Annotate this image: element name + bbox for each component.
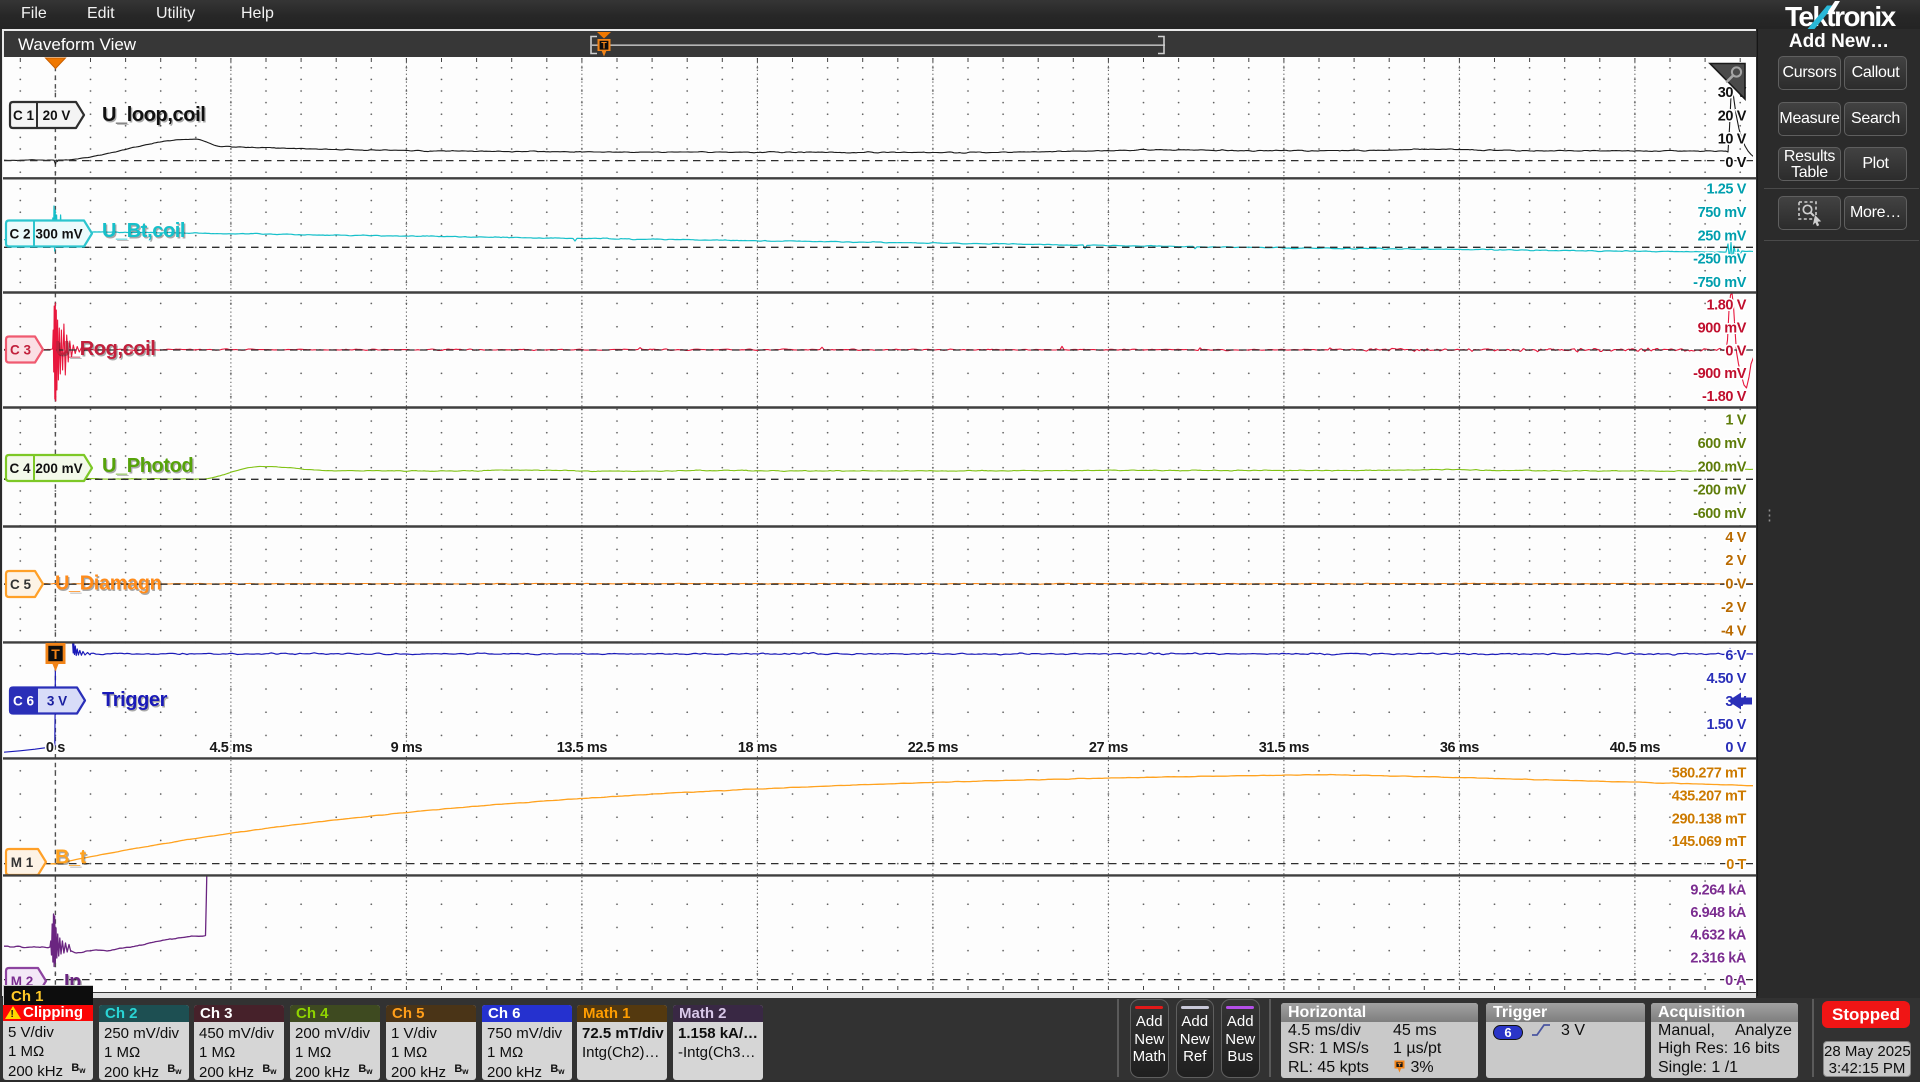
svg-text:0 V: 0 V xyxy=(1725,343,1746,359)
svg-text:B_t: B_t xyxy=(55,847,87,869)
svg-text:-2 V: -2 V xyxy=(1721,600,1747,616)
svg-text:20 V: 20 V xyxy=(1718,108,1747,124)
svg-text:-250 mV: -250 mV xyxy=(1693,252,1747,268)
svg-text:9.264 kA: 9.264 kA xyxy=(1690,883,1747,899)
svg-text:0 V: 0 V xyxy=(1725,155,1746,171)
svg-text:2 V: 2 V xyxy=(1725,553,1746,569)
svg-text:1 V: 1 V xyxy=(1725,413,1746,429)
svg-text:200 mV: 200 mV xyxy=(1698,459,1747,475)
svg-text:4.50 V: 4.50 V xyxy=(1706,671,1746,687)
svg-text:C 2: C 2 xyxy=(9,227,30,242)
svg-text:T: T xyxy=(601,40,607,50)
svg-text:300 mV: 300 mV xyxy=(35,227,82,242)
svg-text:U_Rog,coil: U_Rog,coil xyxy=(55,338,155,360)
svg-text:9 ms: 9 ms xyxy=(391,740,423,756)
svg-text:0 V: 0 V xyxy=(1725,577,1746,593)
svg-text:1.50 V: 1.50 V xyxy=(1706,717,1746,733)
svg-text:250 mV: 250 mV xyxy=(1698,228,1747,244)
svg-text:20 V: 20 V xyxy=(43,108,71,123)
svg-text:145.069 mT: 145.069 mT xyxy=(1672,834,1747,850)
svg-text:0 V: 0 V xyxy=(1725,740,1746,756)
svg-text:C 6: C 6 xyxy=(13,694,35,709)
svg-text:22.5 ms: 22.5 ms xyxy=(908,740,959,756)
svg-text:Trigger: Trigger xyxy=(102,689,168,711)
svg-text:4.5 ms: 4.5 ms xyxy=(210,740,253,756)
svg-text:U_Photod: U_Photod xyxy=(102,455,193,477)
svg-text:-750 mV: -750 mV xyxy=(1693,275,1747,291)
svg-text:13.5 ms: 13.5 ms xyxy=(557,740,608,756)
svg-text:18 ms: 18 ms xyxy=(738,740,777,756)
svg-text:200 mV: 200 mV xyxy=(35,461,82,476)
svg-text:580.277 mT: 580.277 mT xyxy=(1672,766,1747,782)
svg-text:C 3: C 3 xyxy=(10,343,32,358)
svg-text:T: T xyxy=(51,646,60,662)
svg-text:C 5: C 5 xyxy=(10,577,32,592)
svg-text:435.207 mT: 435.207 mT xyxy=(1672,789,1747,805)
svg-text:40.5 ms: 40.5 ms xyxy=(1610,740,1661,756)
svg-text:6 V: 6 V xyxy=(1725,648,1746,664)
svg-text:600 mV: 600 mV xyxy=(1698,436,1747,452)
svg-text:1.80 V: 1.80 V xyxy=(1706,298,1746,314)
svg-text:-600 mV: -600 mV xyxy=(1693,506,1747,522)
svg-text:4 V: 4 V xyxy=(1725,530,1746,546)
svg-text:0 s: 0 s xyxy=(46,740,65,756)
svg-text:6.948 kA: 6.948 kA xyxy=(1690,905,1747,921)
svg-text:U_Diamagn: U_Diamagn xyxy=(55,573,161,595)
svg-text:1.25 V: 1.25 V xyxy=(1706,182,1746,198)
svg-text:900 mV: 900 mV xyxy=(1698,320,1747,336)
svg-text:-900 mV: -900 mV xyxy=(1693,366,1747,382)
svg-text:36 ms: 36 ms xyxy=(1440,740,1479,756)
svg-text:0 T: 0 T xyxy=(1726,857,1746,873)
svg-text:4.632 kA: 4.632 kA xyxy=(1690,928,1747,944)
svg-text:C 4: C 4 xyxy=(9,461,31,476)
svg-text:290.138 mT: 290.138 mT xyxy=(1672,811,1747,827)
svg-text:2.316 kA: 2.316 kA xyxy=(1690,950,1747,966)
svg-text:M 1: M 1 xyxy=(11,855,34,870)
svg-text:-1.80 V: -1.80 V xyxy=(1702,389,1747,405)
svg-text:U_loop,coil: U_loop,coil xyxy=(102,104,205,126)
svg-text:C 1: C 1 xyxy=(13,108,35,123)
svg-text:Tektronix: Tektronix xyxy=(1785,1,1897,29)
svg-text:-4 V: -4 V xyxy=(1721,623,1747,639)
svg-text:0 A: 0 A xyxy=(1725,973,1747,989)
svg-text:U_Bt,coil: U_Bt,coil xyxy=(102,220,185,242)
svg-text:-200 mV: -200 mV xyxy=(1693,483,1747,499)
svg-text:3 V: 3 V xyxy=(47,694,67,709)
svg-text:750 mV: 750 mV xyxy=(1698,205,1747,221)
svg-text:27 ms: 27 ms xyxy=(1089,740,1128,756)
svg-text:31.5 ms: 31.5 ms xyxy=(1259,740,1310,756)
svg-text:10 V: 10 V xyxy=(1718,132,1747,148)
